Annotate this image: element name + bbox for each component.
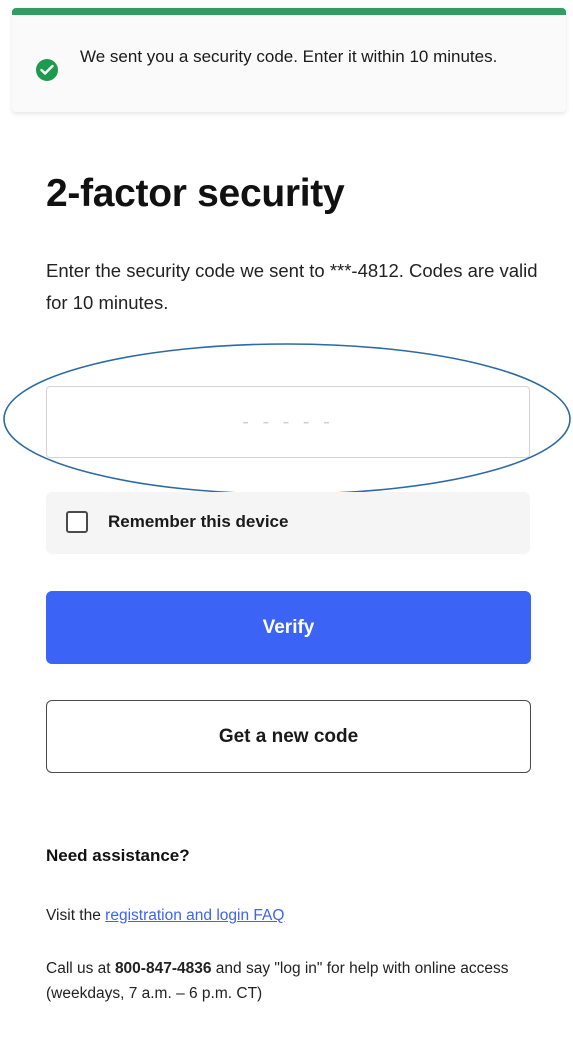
toast-message: We sent you a security code. Enter it wi… bbox=[80, 47, 498, 66]
page-title: 2-factor security bbox=[46, 172, 345, 215]
remember-device-label: Remember this device bbox=[108, 512, 289, 531]
phone-number: 800-847-4836 bbox=[114, 960, 212, 977]
verify-button[interactable]: Verify bbox=[46, 591, 531, 664]
faq-line: Visit the registration and login FAQ bbox=[46, 907, 284, 925]
security-code-sent-toast: We sent you a security code. Enter it wi… bbox=[12, 8, 566, 112]
instructions-text: Enter the security code we sent to ***-4… bbox=[46, 260, 538, 313]
call-line: Call us at 800-847-4836 and say "log in"… bbox=[46, 956, 546, 1006]
security-code-input[interactable] bbox=[46, 386, 530, 458]
call-prefix: Call us at bbox=[46, 960, 111, 977]
faq-prefix: Visit the bbox=[46, 907, 101, 924]
remember-device-checkbox[interactable] bbox=[66, 511, 88, 533]
remember-device-option[interactable]: Remember this device bbox=[46, 492, 530, 554]
faq-link[interactable]: registration and login FAQ bbox=[105, 907, 284, 924]
help-heading: Need assistance? bbox=[46, 846, 190, 865]
get-new-code-button[interactable]: Get a new code bbox=[46, 700, 531, 773]
check-circle-icon bbox=[36, 59, 58, 81]
